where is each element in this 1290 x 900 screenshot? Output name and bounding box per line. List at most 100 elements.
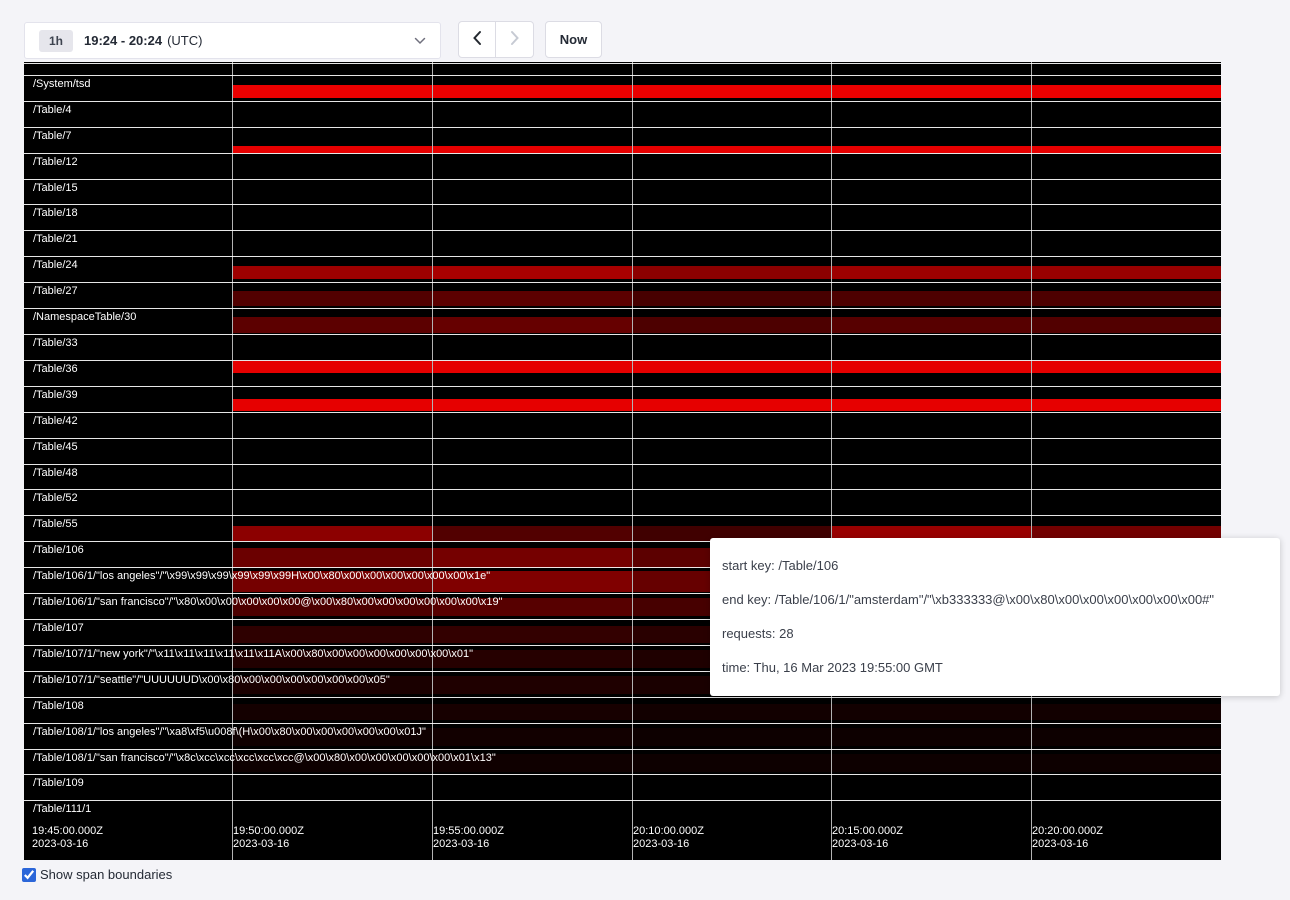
heatmap-band[interactable] xyxy=(233,317,432,333)
heatmap-band[interactable] xyxy=(1032,704,1221,720)
heatmap-band[interactable] xyxy=(633,704,831,720)
span-key-label: /Table/7 xyxy=(33,130,72,143)
time-axis-label: 19:50:00.000Z2023-03-16 xyxy=(233,825,304,851)
heatmap-band[interactable] xyxy=(433,526,632,541)
heatmap-band[interactable] xyxy=(832,85,1031,98)
span-key-label: /Table/107 xyxy=(33,622,84,635)
heatmap-band[interactable] xyxy=(433,266,632,279)
span-key-label: /Table/18 xyxy=(33,207,78,220)
span-boundary-line xyxy=(24,515,1221,516)
heatmap-band[interactable] xyxy=(832,291,1031,306)
heatmap-band[interactable] xyxy=(433,317,632,333)
span-boundary-line xyxy=(24,127,1221,128)
heatmap-band[interactable] xyxy=(433,399,632,411)
heatmap-band[interactable] xyxy=(1032,266,1221,279)
prev-time-button[interactable] xyxy=(458,21,496,58)
heatmap-band[interactable] xyxy=(633,266,831,279)
span-key-label: /Table/45 xyxy=(33,441,78,454)
heatmap-band[interactable] xyxy=(1032,85,1221,98)
heatmap-band[interactable] xyxy=(832,317,1031,333)
span-boundary-line xyxy=(24,153,1221,154)
show-span-boundaries-checkbox[interactable] xyxy=(22,868,36,882)
hover-tooltip: start key: /Table/106 end key: /Table/10… xyxy=(710,538,1280,696)
heatmap-band[interactable] xyxy=(433,728,632,746)
heatmap-band[interactable] xyxy=(1032,317,1221,333)
time-gridline xyxy=(232,62,233,860)
time-axis-date: 2023-03-16 xyxy=(233,838,304,851)
now-button[interactable]: Now xyxy=(545,21,602,58)
heatmap-band[interactable] xyxy=(1032,291,1221,306)
span-boundary-line xyxy=(24,489,1221,490)
heatmap-band[interactable] xyxy=(1032,361,1221,373)
time-axis-time: 19:45:00.000Z xyxy=(32,825,103,838)
span-key-label: /Table/111/1 xyxy=(33,803,91,816)
heatmap-band[interactable] xyxy=(633,399,831,411)
heatmap-band[interactable] xyxy=(633,85,831,98)
heatmap-band[interactable] xyxy=(433,626,632,643)
heatmap-band[interactable] xyxy=(832,266,1031,279)
heatmap-band[interactable] xyxy=(633,317,831,333)
heatmap-band[interactable] xyxy=(1032,728,1221,746)
span-key-label: /Table/106/1/"los angeles"/"\x99\x99\x99… xyxy=(33,570,490,583)
span-boundary-line xyxy=(24,308,1221,309)
span-key-label: /Table/24 xyxy=(33,259,78,272)
tooltip-time: time: Thu, 16 Mar 2023 19:55:00 GMT xyxy=(722,651,1268,685)
time-axis-time: 19:55:00.000Z xyxy=(433,825,504,838)
span-boundary-line xyxy=(24,386,1221,387)
heatmap-band[interactable] xyxy=(433,704,632,720)
heatmap-band[interactable] xyxy=(233,526,432,541)
heatmap-band[interactable] xyxy=(832,754,1031,772)
heatmap-band[interactable] xyxy=(233,291,432,306)
heatmap-band[interactable] xyxy=(233,548,432,568)
heatmap-band[interactable] xyxy=(433,548,632,568)
heatmap-band[interactable] xyxy=(233,266,432,279)
span-key-label: /Table/42 xyxy=(33,415,78,428)
heatmap-band[interactable] xyxy=(233,626,432,643)
heatmap-band[interactable] xyxy=(633,291,831,306)
tooltip-end-key: end key: /Table/106/1/"amsterdam"/"\xb33… xyxy=(722,583,1268,617)
show-span-boundaries-label: Show span boundaries xyxy=(40,867,172,882)
heatmap-band[interactable] xyxy=(233,704,432,720)
span-key-label: /Table/12 xyxy=(33,156,78,169)
heatmap-plot[interactable]: /System/tsd/Table/4/Table/7/Table/12/Tab… xyxy=(24,62,1221,860)
time-range-picker[interactable]: 1h 19:24 - 20:24 (UTC) xyxy=(24,22,441,59)
heatmap-band[interactable] xyxy=(233,399,432,411)
span-key-label: /Table/109 xyxy=(33,777,84,790)
timezone-label: (UTC) xyxy=(167,33,202,48)
heatmap-band[interactable] xyxy=(1032,146,1221,153)
next-time-button[interactable] xyxy=(496,21,534,58)
heatmap-band[interactable] xyxy=(832,728,1031,746)
time-axis-label: 20:20:00.000Z2023-03-16 xyxy=(1032,825,1103,851)
span-key-label: /Table/33 xyxy=(33,337,78,350)
heatmap-band[interactable] xyxy=(433,676,632,694)
span-boundary-line xyxy=(24,697,1221,698)
heatmap-band[interactable] xyxy=(433,291,632,306)
time-range-label: 19:24 - 20:24 xyxy=(84,33,162,48)
heatmap-band[interactable] xyxy=(1032,754,1221,772)
heatmap-band[interactable] xyxy=(233,146,432,153)
heatmap-band[interactable] xyxy=(633,754,831,772)
heatmap-band[interactable] xyxy=(233,361,432,373)
heatmap-band[interactable] xyxy=(633,728,831,746)
span-boundary-line xyxy=(24,774,1221,775)
span-key-label: /Table/107/1/"new york"/"\x11\x11\x11\x1… xyxy=(33,648,473,661)
heatmap-band[interactable] xyxy=(433,85,632,98)
chevron-left-icon xyxy=(472,30,482,49)
heatmap-band[interactable] xyxy=(1032,399,1221,411)
heatmap-band[interactable] xyxy=(633,146,831,153)
heatmap-band[interactable] xyxy=(832,146,1031,153)
heatmap-band[interactable] xyxy=(633,361,831,373)
span-key-label: /Table/48 xyxy=(33,467,78,480)
heatmap-band[interactable] xyxy=(832,361,1031,373)
heatmap-band[interactable] xyxy=(433,146,632,153)
heatmap-band[interactable] xyxy=(433,361,632,373)
heatmap-band[interactable] xyxy=(832,399,1031,411)
span-boundary-line xyxy=(24,749,1221,750)
span-boundary-line xyxy=(24,230,1221,231)
span-key-label: /Table/106 xyxy=(33,544,84,557)
time-axis-date: 2023-03-16 xyxy=(32,838,103,851)
heatmap-band[interactable] xyxy=(832,704,1031,720)
span-key-label: /Table/4 xyxy=(33,104,72,117)
heatmap-band[interactable] xyxy=(233,85,432,98)
span-key-label: /Table/108/1/"los angeles"/"\xa8\xf5\u00… xyxy=(33,726,426,739)
